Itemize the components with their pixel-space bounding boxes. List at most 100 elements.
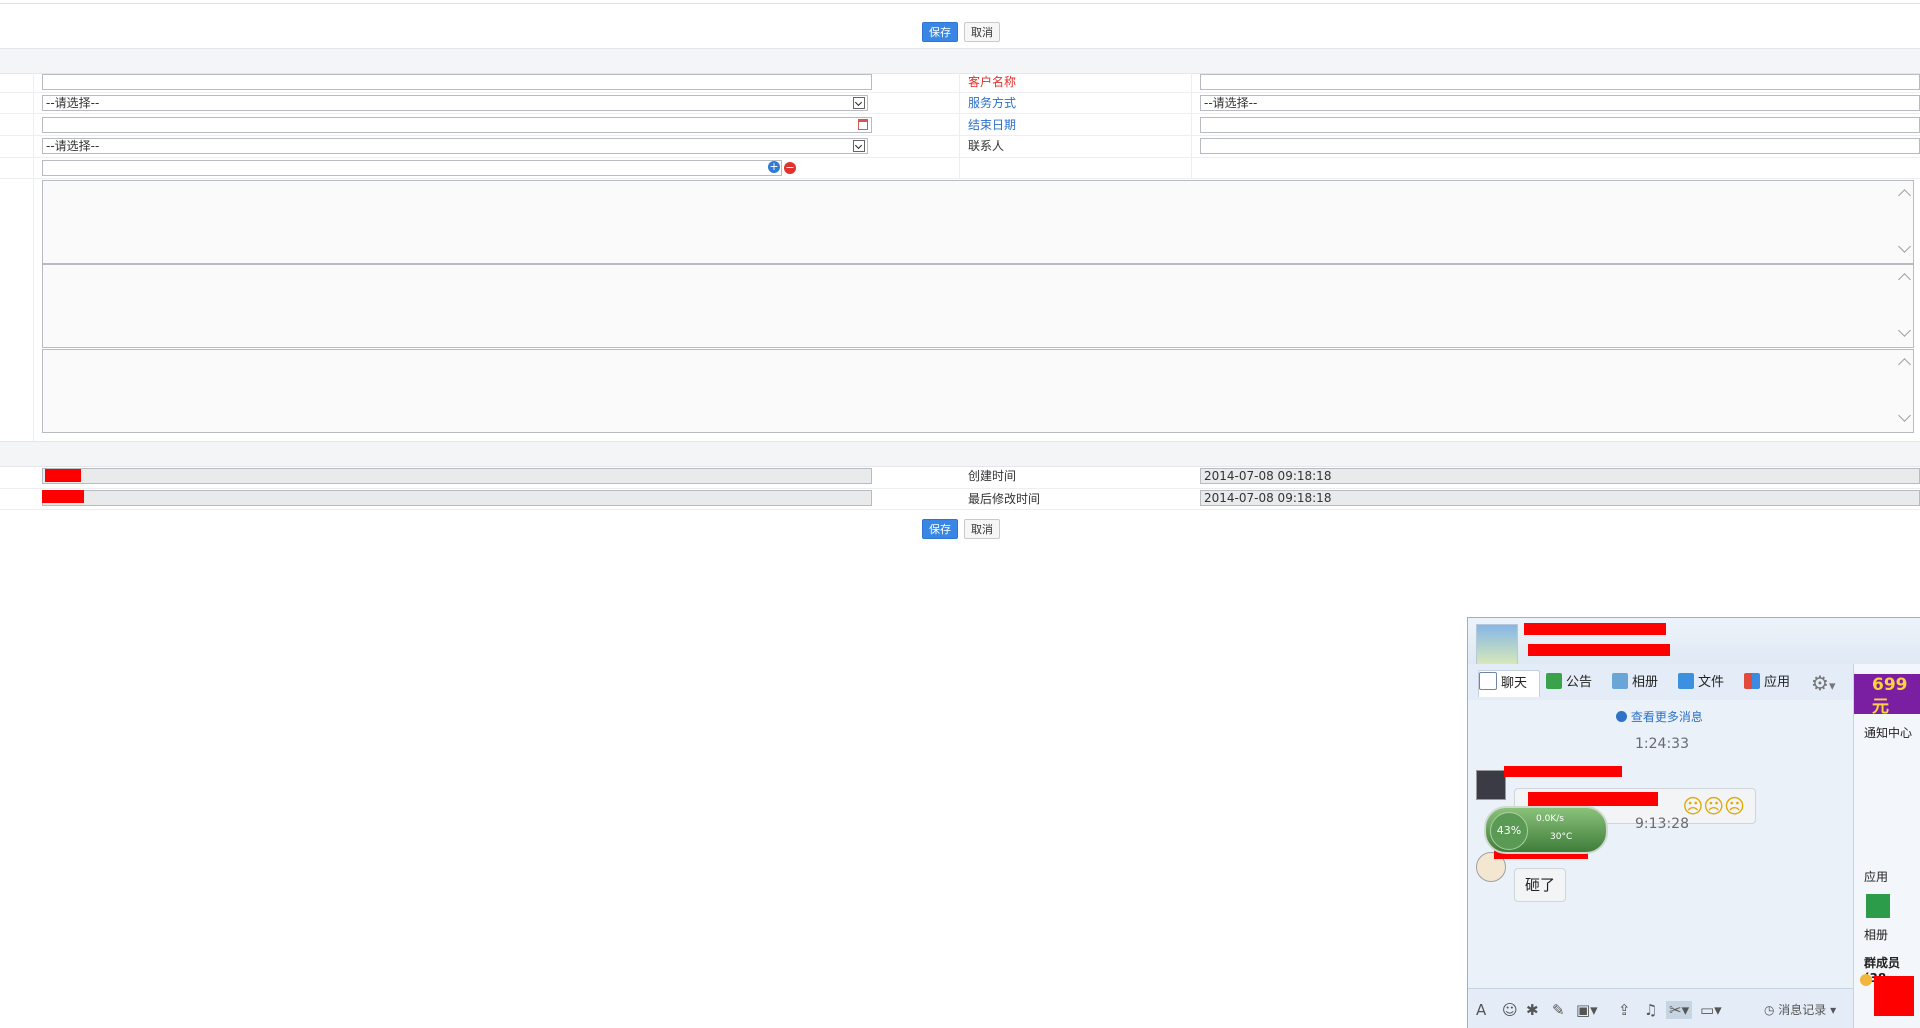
textarea-1[interactable] — [42, 180, 1914, 264]
calendar-icon[interactable] — [858, 119, 868, 130]
start-date-input[interactable] — [42, 117, 872, 133]
save-button-top[interactable]: 保存 — [922, 22, 958, 42]
album-app-icon[interactable] — [1866, 894, 1890, 918]
customer-name-label: 客户名称 — [968, 75, 1017, 89]
row-sep — [0, 135, 1920, 136]
album-app-label[interactable]: 相册 — [1864, 926, 1888, 943]
gauge-speed: 0.0K/s — [1536, 814, 1564, 824]
sender-avatar[interactable] — [1476, 770, 1506, 800]
redaction — [1528, 792, 1658, 806]
chat-bubble-icon — [1479, 672, 1497, 690]
redaction — [1528, 644, 1670, 656]
customer-name-input[interactable] — [1200, 74, 1920, 90]
end-date-input[interactable] — [1200, 117, 1920, 133]
left-select-2[interactable]: --请选择-- — [42, 138, 868, 154]
lookup-input[interactable] — [42, 160, 782, 176]
service-method-select[interactable]: --请选择-- — [1200, 95, 1920, 111]
created-time-label: 创建时间 — [968, 469, 1017, 483]
notify-center-title: 通知中心 — [1864, 726, 1913, 740]
redaction — [42, 490, 84, 503]
left-text-input-1[interactable] — [42, 74, 872, 90]
contact-label: 联系人 — [968, 139, 1005, 153]
tab-apps[interactable]: 应用 — [1744, 670, 1790, 696]
chevron-down-icon[interactable] — [853, 97, 865, 109]
modified-time-input: 2014-07-08 09:18:18 — [1200, 490, 1920, 506]
tab-album[interactable]: 相册 — [1612, 670, 1658, 696]
cancel-button-top[interactable]: 取消 — [964, 22, 1000, 42]
ad-banner[interactable]: 699元 — [1854, 674, 1920, 714]
grid-col-sep-mid — [959, 73, 960, 179]
gauge-temp: 30°C — [1550, 832, 1573, 842]
scroll-down-icon[interactable] — [1898, 409, 1911, 422]
modified-time-label: 最后修改时间 — [968, 492, 1041, 506]
service-method-label: 服务方式 — [968, 96, 1017, 110]
apps-section-title: 应用 — [1864, 870, 1889, 884]
remove-icon[interactable]: − — [784, 162, 796, 174]
tab-chat[interactable]: 聊天 — [1478, 670, 1540, 697]
scroll-down-icon[interactable] — [1898, 240, 1911, 253]
tab-files[interactable]: 文件 — [1678, 670, 1724, 696]
network-gauge-widget[interactable]: 43% 0.0K/s 30°C — [1484, 806, 1608, 854]
row-sep — [0, 157, 1920, 158]
settings-gear[interactable]: ⚙▾ — [1811, 670, 1835, 696]
created-time-input: 2014-07-08 09:18:18 — [1200, 468, 1920, 484]
redaction — [45, 469, 81, 482]
more-messages-link[interactable]: 查看更多消息 — [1616, 708, 1703, 725]
end-date-label: 结束日期 — [968, 118, 1017, 132]
gauge-percent: 43% — [1490, 812, 1528, 850]
scroll-up-icon[interactable] — [1898, 358, 1911, 371]
emoji-icon[interactable]: ☺ — [1502, 1001, 1518, 1019]
top-divider — [0, 3, 1920, 4]
redaction — [1874, 976, 1914, 1016]
left-select-2-value: --请选择-- — [46, 139, 100, 153]
chevron-down-icon[interactable] — [853, 140, 865, 152]
picture-icon — [1612, 673, 1628, 689]
message-time: 9:13:28 — [1635, 816, 1689, 832]
chat-tabs: 聊天 公告 相册 文件 应用 ⚙▾ — [1468, 664, 1853, 701]
font-icon[interactable]: A — [1476, 1001, 1486, 1019]
image-icon[interactable]: ▣▾ — [1576, 1001, 1598, 1019]
row-sep — [0, 488, 1920, 489]
gear-icon: ⚙ — [1811, 671, 1829, 695]
chat-header — [1468, 618, 1920, 666]
save-button-bottom[interactable]: 保存 — [922, 519, 958, 539]
magic-icon[interactable]: ✱ — [1526, 1001, 1539, 1019]
grid-col-sep-right — [1191, 73, 1192, 179]
creator-input — [42, 468, 872, 484]
chat-window[interactable]: 聊天 公告 相册 文件 应用 ⚙▾ 查看更多消息 1:24:33 ☹☹☹ 9:1… — [1467, 617, 1920, 1028]
service-method-value: --请选择-- — [1204, 96, 1258, 110]
textarea-3[interactable] — [42, 349, 1914, 433]
tab-announcement[interactable]: 公告 — [1546, 670, 1592, 696]
screen-icon[interactable]: ▭▾ — [1700, 1001, 1722, 1019]
redaction — [1504, 766, 1622, 777]
message-bubble: 砸了 — [1514, 868, 1566, 902]
section-header-meta — [0, 441, 1920, 467]
group-avatar[interactable] — [1476, 624, 1518, 666]
flag-icon — [1546, 673, 1562, 689]
contact-input[interactable] — [1200, 138, 1920, 154]
row-sep — [0, 92, 1920, 93]
music-icon[interactable]: ♫ — [1644, 1001, 1657, 1019]
textarea-2[interactable] — [42, 264, 1914, 348]
edit-icon[interactable]: ✎ — [1552, 1001, 1565, 1019]
cancel-button-bottom[interactable]: 取消 — [964, 519, 1000, 539]
clock-icon — [1616, 711, 1627, 722]
section-header-main — [0, 48, 1920, 74]
grid-col-sep-label — [33, 73, 34, 443]
upload-icon[interactable]: ⇪ — [1618, 1001, 1631, 1019]
history-link[interactable]: ◷ 消息记录 ▾ — [1764, 1001, 1836, 1018]
redaction — [1524, 623, 1666, 635]
apps-icon — [1744, 673, 1760, 689]
chat-toolbar: A ☺ ✱ ✎ ▣▾ ⇪ ♫ ✂▾ ▭▾ ◷ 消息记录 ▾ — [1468, 988, 1853, 1028]
add-icon[interactable]: + — [768, 161, 780, 173]
scroll-down-icon[interactable] — [1898, 324, 1911, 337]
scroll-up-icon[interactable] — [1898, 189, 1911, 202]
left-select-1[interactable]: --请选择-- — [42, 95, 868, 111]
scroll-up-icon[interactable] — [1898, 273, 1911, 286]
row-sep — [0, 113, 1920, 114]
folder-icon — [1678, 673, 1694, 689]
scissors-icon[interactable]: ✂▾ — [1666, 1001, 1693, 1019]
member-avatar[interactable] — [1860, 974, 1872, 986]
left-select-1-value: --请选择-- — [46, 96, 100, 110]
emoji-faces: ☹☹☹ — [1682, 794, 1745, 818]
